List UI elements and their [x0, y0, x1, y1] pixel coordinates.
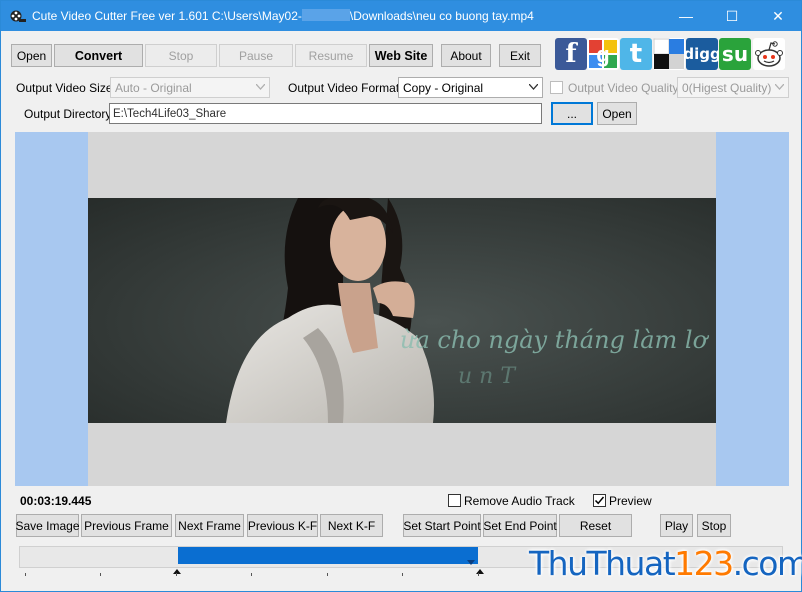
twitter-icon[interactable]: t	[620, 38, 652, 70]
watermark-part-2: 123	[674, 544, 734, 583]
exit-button[interactable]: Exit	[499, 44, 541, 67]
title-prefix: Cute Video Cutter Free ver 1.601 C:\User…	[32, 9, 302, 23]
title-bar[interactable]: Cute Video Cutter Free ver 1.601 C:\User…	[1, 1, 801, 31]
stop-button[interactable]: Stop	[145, 44, 217, 67]
chevron-down-icon	[256, 84, 265, 90]
stop-playback-button[interactable]: Stop	[697, 514, 731, 537]
timeline-tick	[251, 573, 252, 576]
directory-label: Output Directory:	[24, 107, 115, 121]
checkmark-icon	[594, 496, 605, 505]
delicious-glyph-icon	[653, 38, 684, 69]
open-directory-button[interactable]: Open	[597, 102, 637, 125]
video-format-value: Copy - Original	[403, 80, 484, 95]
close-button[interactable]: ✕	[755, 1, 801, 31]
end-marker-icon[interactable]	[474, 568, 486, 578]
set-end-point-button[interactable]: Set End Point	[483, 514, 557, 537]
remove-audio-label: Remove Audio Track	[464, 494, 575, 508]
film-reel-icon	[10, 10, 26, 22]
watermark-part-1: ThuThuat	[529, 544, 676, 583]
watermark-logo: ThuThuat123.com	[529, 544, 802, 583]
preview-checkbox[interactable]	[593, 494, 606, 507]
video-still: ừa cho ngày tháng làm lơ u n T	[88, 198, 716, 423]
minimize-button[interactable]: —	[663, 1, 709, 31]
video-overlay-text-2: u n T	[458, 364, 517, 389]
remove-audio-checkbox[interactable]	[448, 494, 461, 507]
chevron-down-icon	[775, 84, 784, 90]
timeline-tick	[327, 573, 328, 576]
browse-button[interactable]: ...	[551, 102, 593, 125]
previous-frame-button[interactable]: Previous Frame	[81, 514, 172, 537]
website-button[interactable]: Web Site	[369, 44, 433, 67]
playhead-marker-icon[interactable]	[465, 557, 477, 567]
timeline-tick	[25, 573, 26, 576]
watermark-part-3: .com	[732, 544, 802, 583]
current-time: 00:03:19.445	[20, 494, 92, 508]
timeline-tick	[100, 573, 101, 576]
resume-button[interactable]: Resume	[295, 44, 367, 67]
window-title: Cute Video Cutter Free ver 1.601 C:\User…	[32, 9, 534, 23]
timeline-tick	[176, 573, 177, 576]
app-window: Cute Video Cutter Free ver 1.601 C:\User…	[0, 0, 802, 592]
set-start-point-button[interactable]: Set Start Point	[403, 514, 481, 537]
stumbleupon-icon[interactable]: su	[719, 38, 751, 70]
previous-keyframe-button[interactable]: Previous K-F	[247, 514, 318, 537]
about-button[interactable]: About	[441, 44, 491, 67]
selection-range[interactable]	[178, 547, 478, 564]
chevron-down-icon	[529, 84, 538, 90]
convert-button[interactable]: Convert	[54, 44, 143, 67]
start-marker-icon[interactable]	[171, 568, 183, 578]
google-icon[interactable]: g	[587, 38, 619, 70]
video-overlay-text: ừa cho ngày tháng làm lơ	[400, 326, 710, 354]
reddit-icon[interactable]	[753, 38, 785, 70]
pause-button[interactable]: Pause	[219, 44, 293, 67]
open-button[interactable]: Open	[11, 44, 52, 67]
delicious-icon[interactable]	[653, 38, 685, 70]
video-quality-select[interactable]: 0(Higest Quality)	[677, 77, 789, 98]
digg-icon[interactable]: digg	[683, 38, 721, 70]
reddit-glyph-icon	[755, 41, 783, 67]
video-quality-value: 0(Higest Quality)	[682, 80, 772, 95]
svg-text:g: g	[596, 42, 609, 67]
redacted-block	[301, 9, 350, 21]
video-quality-checkbox[interactable]	[550, 81, 563, 94]
play-button[interactable]: Play	[660, 514, 693, 537]
video-format-select[interactable]: Copy - Original	[398, 77, 543, 98]
save-image-button[interactable]: Save Image	[15, 514, 80, 537]
facebook-icon[interactable]: f	[555, 38, 587, 70]
google-glyph-icon: g	[589, 40, 617, 68]
video-quality-label: Output Video Quality	[568, 81, 679, 95]
next-keyframe-button[interactable]: Next K-F	[320, 514, 383, 537]
video-format-label: Output Video Format:	[288, 81, 403, 95]
video-size-select[interactable]: Auto - Original	[110, 77, 270, 98]
next-frame-button[interactable]: Next Frame	[175, 514, 244, 537]
video-size-label: Output Video Size:	[16, 81, 116, 95]
title-suffix: \Downloads\neu co buong tay.mp4	[349, 9, 534, 23]
maximize-button[interactable]: ☐	[709, 1, 755, 31]
reset-button[interactable]: Reset	[559, 514, 632, 537]
preview-label: Preview	[609, 494, 652, 508]
video-size-value: Auto - Original	[115, 80, 192, 95]
timeline-tick	[402, 573, 403, 576]
video-image: ừa cho ngày tháng làm lơ u n T	[88, 198, 716, 423]
directory-field[interactable]: E:\Tech4Life03_Share	[109, 103, 542, 124]
timeline-tick	[478, 573, 479, 576]
